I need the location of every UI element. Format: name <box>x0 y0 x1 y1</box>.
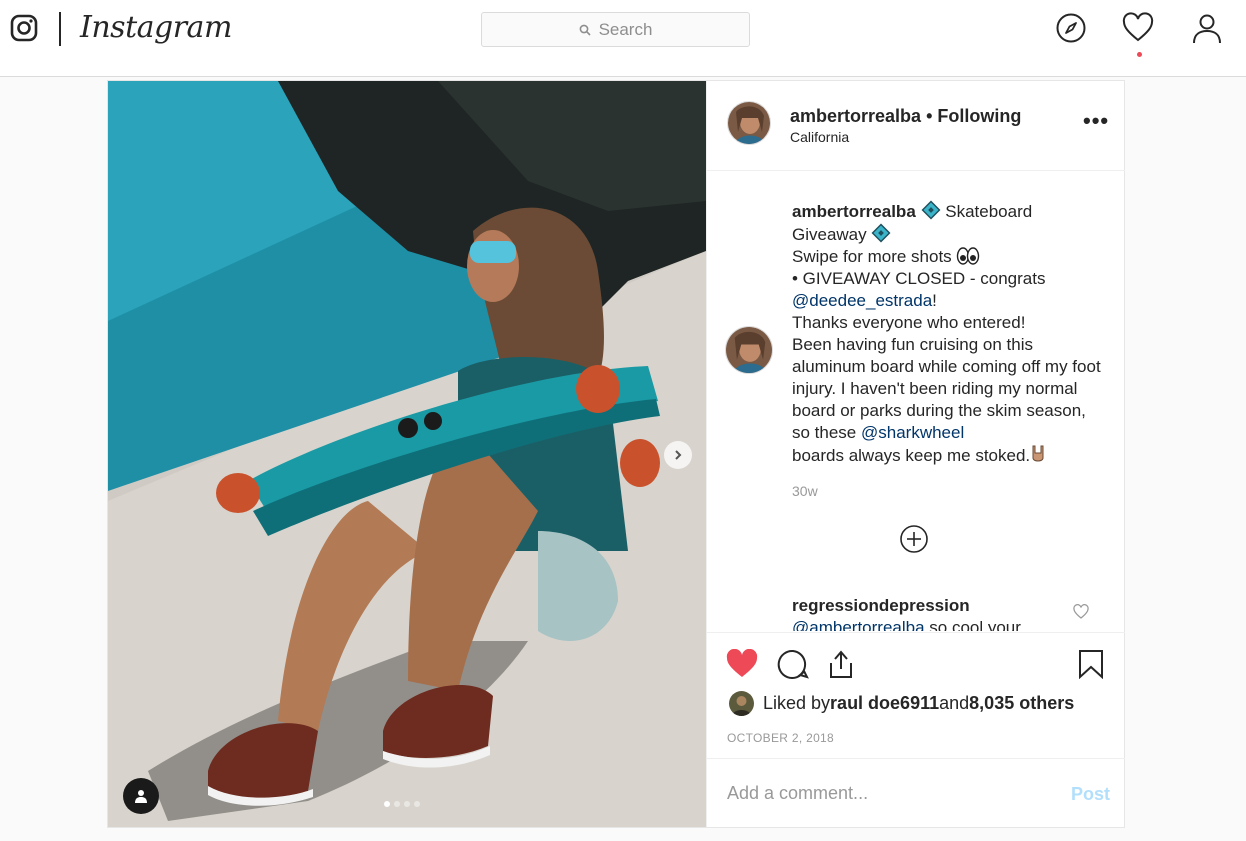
save-bookmark-icon[interactable] <box>1078 649 1104 679</box>
carousel-dot <box>404 801 410 807</box>
carousel-dot-active <box>384 801 390 807</box>
mention-brand-link[interactable]: @sharkwheel <box>861 423 964 442</box>
eyes-emoji-icon <box>957 247 980 265</box>
liker-username[interactable]: raul doe6911 <box>830 693 939 714</box>
post-photo[interactable] <box>108 81 706 827</box>
activity-notification-dot <box>1137 52 1142 57</box>
search-icon <box>579 24 591 36</box>
comment-bubble-icon[interactable] <box>777 649 809 679</box>
like-heart-filled-icon[interactable] <box>726 649 758 679</box>
instagram-glyph-icon[interactable] <box>10 14 38 42</box>
search-input[interactable]: Search <box>481 12 750 47</box>
skateboard-photo <box>108 81 706 827</box>
activity-heart-icon[interactable] <box>1122 12 1154 44</box>
search-placeholder: Search <box>598 19 653 39</box>
more-options-button[interactable]: ••• <box>1083 110 1109 132</box>
caption-thanks-line: Thanks everyone who entered! <box>792 313 1026 332</box>
comment-body: so cool your <box>924 618 1021 631</box>
comment-text: @ambertorrealba so cool your <box>792 618 1021 631</box>
author-avatar[interactable] <box>727 101 771 145</box>
carousel-indicator <box>384 801 420 807</box>
top-navigation: Instagram Search <box>0 0 1246 77</box>
author-username[interactable]: ambertorrealba <box>790 106 921 126</box>
post-side-panel: ambertorrealba • Following California ••… <box>706 81 1125 827</box>
caption-closed-line: • GIVEAWAY CLOSED - congrats <box>792 269 1046 288</box>
liked-by-and: and <box>939 693 970 713</box>
post-age[interactable]: 30w <box>792 483 818 499</box>
caption-title-start: Skateboard <box>940 202 1033 221</box>
diamond-emoji-icon <box>871 223 891 243</box>
carousel-dot <box>414 801 420 807</box>
comments-section[interactable]: ambertorrealba Skateboard Giveaway Swipe… <box>707 172 1125 631</box>
caption-username[interactable]: ambertorrealba <box>792 202 916 221</box>
post-header: ambertorrealba • Following California ••… <box>707 81 1125 171</box>
caption-title-end: Giveaway <box>792 225 867 244</box>
profile-icon[interactable] <box>1191 12 1223 44</box>
post-date[interactable]: OCTOBER 2, 2018 <box>727 731 834 745</box>
avatar-image <box>729 691 754 716</box>
post-actions: Liked by raul doe6911 and 8,035 others O… <box>707 632 1125 757</box>
header-username-line: ambertorrealba • Following <box>790 106 1021 127</box>
add-comment-input[interactable] <box>727 783 1047 804</box>
add-comment-bar: Post <box>707 758 1125 827</box>
likes-count-link[interactable]: 8,035 others <box>969 693 1074 714</box>
explore-compass-icon[interactable] <box>1055 12 1087 44</box>
avatar-image <box>728 102 770 144</box>
post-card: ambertorrealba • Following California ••… <box>107 80 1125 828</box>
rock-hand-emoji-icon <box>1032 445 1044 462</box>
logo-divider <box>59 12 61 46</box>
chevron-right-icon <box>675 450 682 460</box>
post-location[interactable]: California <box>790 129 849 145</box>
carousel-dot <box>394 801 400 807</box>
liked-by-line: Liked by raul doe6911 and 8,035 others <box>729 691 1074 716</box>
liked-by-prefix: Liked by <box>763 693 831 713</box>
header-separator: • <box>921 106 938 126</box>
following-button[interactable]: Following <box>937 106 1021 126</box>
comment-username[interactable]: regressiondepression <box>792 596 970 616</box>
mention-winner-link[interactable]: @deedee_estrada <box>792 291 932 310</box>
load-more-comments-icon[interactable] <box>899 524 929 554</box>
post-caption: ambertorrealba Skateboard Giveaway Swipe… <box>792 200 1102 467</box>
post-comment-button[interactable]: Post <box>1071 784 1110 805</box>
caption-author-avatar[interactable] <box>725 326 773 374</box>
avatar-image <box>726 327 772 373</box>
share-icon[interactable] <box>827 649 855 679</box>
caption-swipe-line: Swipe for more shots <box>792 247 952 266</box>
diamond-emoji-icon <box>921 200 940 220</box>
person-tag-icon <box>135 790 147 803</box>
carousel-next-button[interactable] <box>664 441 692 469</box>
instagram-wordmark[interactable]: Instagram <box>80 10 232 45</box>
comment-like-heart-icon[interactable] <box>1073 604 1089 620</box>
caption-body-2: boards always keep me stoked. <box>792 446 1031 465</box>
comment-mention-link[interactable]: @ambertorrealba <box>792 618 925 631</box>
caption-exclaim: ! <box>932 291 937 310</box>
liker-avatar[interactable] <box>729 691 754 716</box>
tagged-people-button[interactable] <box>123 778 159 814</box>
